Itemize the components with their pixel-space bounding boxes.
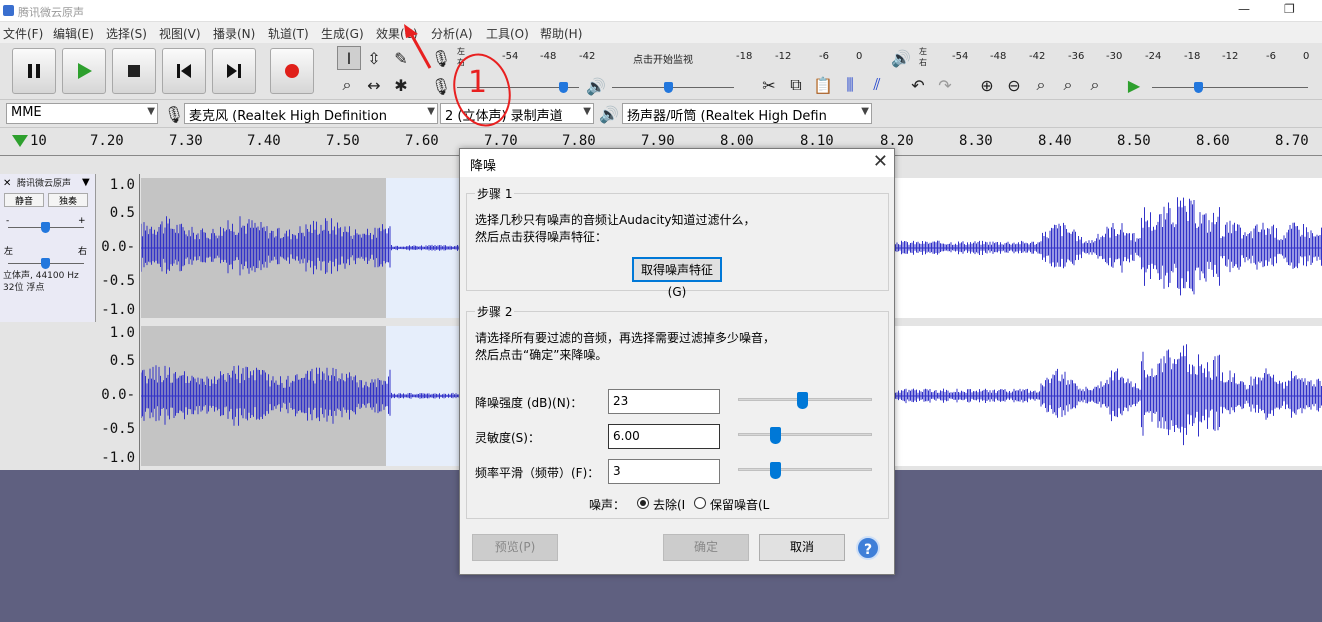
step1-group: 步骤 1 选择几秒只有噪声的音频让Audacity知道过滤什么， 然后点击获得噪… bbox=[466, 185, 889, 299]
noise-reduction-dialog: 降噪 ✕ 步骤 1 选择几秒只有噪声的音频让Audacity知道过滤什么， 然后… bbox=[459, 148, 895, 575]
noise-remove-radio[interactable] bbox=[637, 497, 649, 509]
preview-button[interactable]: 预览(P) bbox=[472, 534, 558, 561]
close-icon[interactable]: ✕ bbox=[873, 151, 888, 172]
frequency-smoothing-input[interactable]: 3 bbox=[608, 459, 720, 484]
help-icon[interactable]: ? bbox=[856, 536, 880, 560]
step1-instruction-2: 然后点击获得噪声特征： bbox=[475, 230, 608, 244]
annotation-arrow-1 bbox=[408, 31, 432, 69]
noise-reduction-db-label: 降噪强度 (dB)(N)： bbox=[475, 396, 583, 410]
step2-label: 步骤 2 bbox=[475, 303, 515, 320]
step2-group: 步骤 2 请选择所有要过滤的音频，再选择需要过滤掉多少噪音， 然后点击“确定”来… bbox=[466, 303, 889, 519]
sensitivity-slider[interactable] bbox=[738, 427, 872, 444]
sensitivity-input[interactable]: 6.00 bbox=[608, 424, 720, 449]
get-noise-profile-button[interactable]: 取得噪声特征(G) bbox=[632, 257, 722, 299]
dialog-title: 降噪 bbox=[470, 159, 497, 174]
noise-reduction-db-slider[interactable] bbox=[738, 392, 872, 409]
cancel-button[interactable]: 取消 bbox=[759, 534, 845, 561]
step2-instruction-1: 请选择所有要过滤的音频，再选择需要过滤掉多少噪音， bbox=[475, 331, 776, 345]
dialog-titlebar: 降噪 ✕ bbox=[460, 149, 894, 177]
step1-instruction-1: 选择几秒只有噪声的音频让Audacity知道过滤什么， bbox=[475, 213, 756, 227]
frequency-smoothing-slider[interactable] bbox=[738, 462, 872, 479]
frequency-smoothing-label: 频率平滑（频带）(F)： bbox=[475, 466, 600, 480]
step1-label: 步骤 1 bbox=[475, 185, 515, 202]
ok-button[interactable]: 确定 bbox=[663, 534, 749, 561]
noise-residue-label[interactable]: 保留噪音(L bbox=[710, 496, 769, 513]
noise-mode-label: 噪声： bbox=[589, 498, 626, 512]
step2-instruction-2: 然后点击“确定”来降噪。 bbox=[475, 348, 608, 362]
noise-residue-radio[interactable] bbox=[694, 497, 706, 509]
noise-reduction-db-input[interactable]: 23 bbox=[608, 389, 720, 414]
sensitivity-label: 灵敏度(S)： bbox=[475, 431, 540, 445]
noise-remove-label[interactable]: 去除(I bbox=[653, 496, 685, 513]
annotation-arrowhead-1 bbox=[404, 24, 418, 38]
annotation-number-1: 1 bbox=[468, 65, 487, 100]
